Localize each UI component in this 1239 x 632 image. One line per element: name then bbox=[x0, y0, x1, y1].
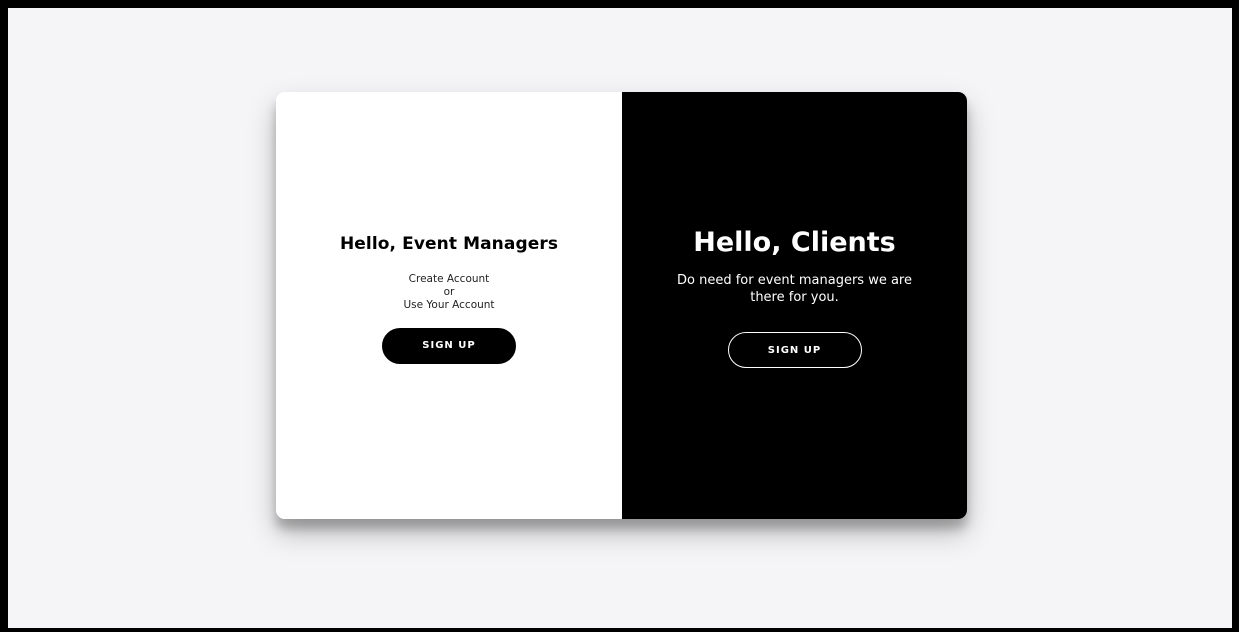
clients-panel: Hello, Clients Do need for event manager… bbox=[622, 92, 967, 519]
event-managers-title: Hello, Event Managers bbox=[339, 233, 559, 254]
create-account-text: Create Account bbox=[408, 272, 490, 285]
event-managers-subtext: Create Account or Use Your Account bbox=[403, 273, 494, 312]
event-managers-panel: Hello, Event Managers Create Account or … bbox=[276, 92, 622, 519]
clients-description: Do need for event managers we are there … bbox=[676, 273, 912, 305]
signup-card: Hello, Event Managers Create Account or … bbox=[276, 92, 967, 519]
use-account-text: Use Your Account bbox=[403, 298, 495, 311]
clients-title: Hello, Clients bbox=[693, 227, 896, 258]
or-text: or bbox=[443, 285, 455, 298]
clients-signup-button[interactable]: SIGN UP bbox=[727, 332, 862, 368]
event-managers-signup-button[interactable]: SIGN UP bbox=[382, 327, 516, 364]
